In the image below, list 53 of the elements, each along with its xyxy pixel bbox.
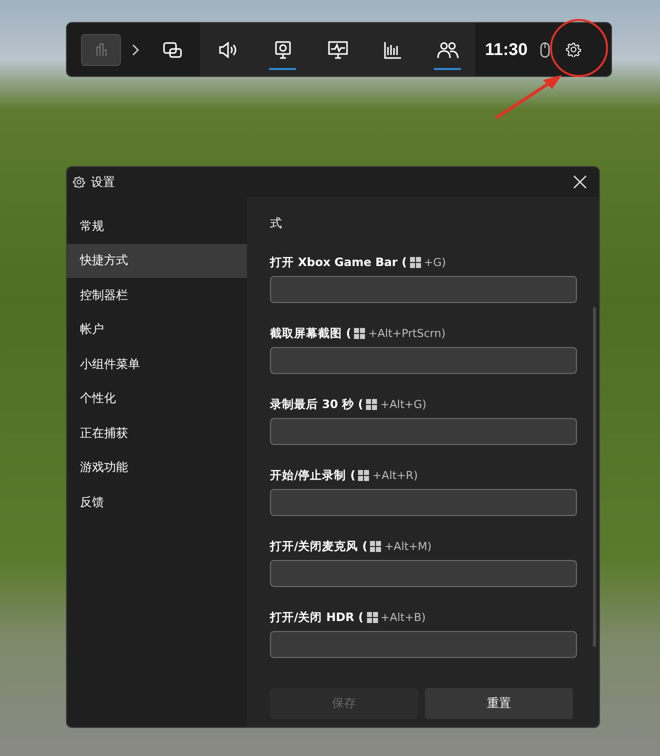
input-field[interactable] [270, 276, 577, 303]
highlight-ring [550, 19, 608, 77]
nav-item[interactable]: 帐户 [67, 312, 247, 347]
windows-key-icon [370, 541, 382, 552]
shortcut-keys: +Alt+B) [380, 611, 426, 624]
input-field[interactable] [270, 560, 577, 587]
windows-key-icon [358, 470, 370, 481]
windows-key-icon [354, 328, 366, 339]
description-text: 式 [270, 215, 283, 232]
nav-item[interactable]: 小组件菜单 [67, 347, 247, 382]
nav-item[interactable]: 常规 [67, 209, 247, 244]
mouse-icon [540, 42, 550, 58]
close-icon [573, 175, 587, 189]
chevron-right-icon[interactable] [131, 44, 139, 56]
shortcut-label: 打开 Xbox Game Bar ( [270, 255, 407, 270]
settings-icon [73, 176, 85, 188]
shortcut-label: 录制最后 30 秒 ( [270, 397, 364, 412]
windows-key-icon [410, 257, 421, 268]
dialog-title: 设置 [91, 174, 116, 190]
input-field[interactable] [270, 418, 577, 445]
widget-thumbnail[interactable] [81, 34, 121, 66]
windows-key-icon [366, 612, 378, 623]
dialog-button[interactable]: 重置 [425, 688, 573, 719]
monitor-chart-icon [328, 40, 348, 58]
shortcut-keys: +Alt+R) [372, 469, 418, 482]
nav-item[interactable]: 快捷方式 [67, 244, 247, 278]
shortcut-label: 开始/停止录制 ( [270, 468, 356, 483]
shortcut-label: 打开/关闭麦克风 ( [270, 539, 368, 554]
people-icon [436, 40, 458, 58]
shortcut-keys: +Alt+PrtScrn) [368, 327, 446, 340]
settings-icon [566, 42, 581, 57]
shortcut-label: 打开/关闭 HDR ( [270, 610, 364, 625]
nav-item[interactable]: 正在捕获 [67, 416, 247, 450]
nav-item[interactable]: 游戏功能 [67, 450, 247, 485]
building-icon [95, 42, 107, 56]
clock-time: 11:30 [485, 40, 528, 60]
input-field[interactable] [270, 347, 577, 374]
windows-key-icon [366, 399, 378, 410]
shortcut-label: 截取屏幕截图 ( [270, 326, 352, 341]
nav-item[interactable]: 个性化 [67, 382, 247, 416]
nav-item[interactable]: 反馈 [67, 485, 247, 520]
speaker-icon [218, 40, 238, 58]
shortcut-keys: +Alt+M) [384, 540, 432, 553]
bar-chart-icon [384, 40, 402, 58]
shortcut-keys: +G) [424, 256, 446, 269]
input-field[interactable] [270, 631, 577, 658]
pointer-arrow [495, 75, 562, 120]
scrollbar[interactable] [593, 307, 596, 647]
widgets-icon [162, 40, 182, 58]
nav-item[interactable]: 控制器栏 [67, 278, 247, 312]
webcam-icon [274, 40, 290, 58]
shortcut-keys: +Alt+G) [380, 398, 426, 411]
input-field[interactable] [270, 489, 577, 516]
